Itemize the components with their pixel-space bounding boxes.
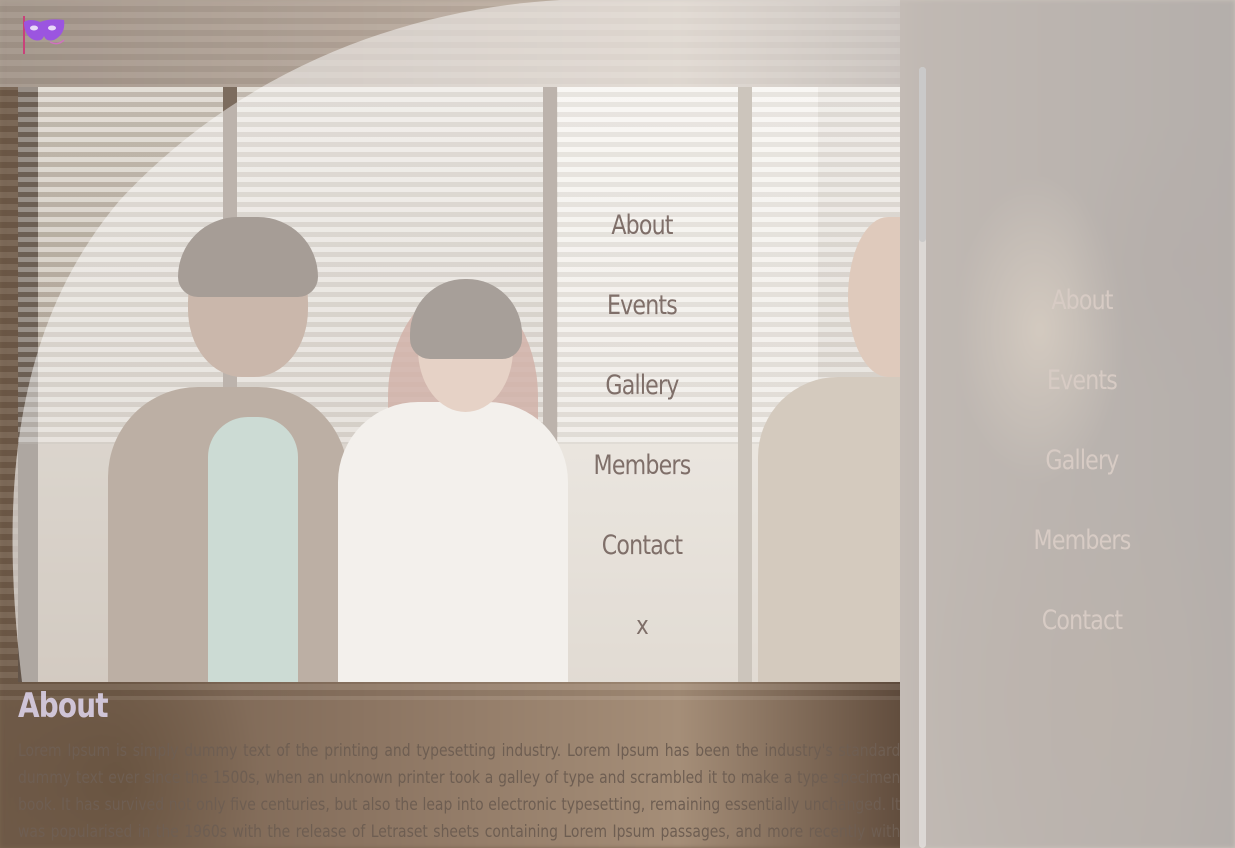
scrollbar-thumb[interactable]: [919, 67, 926, 242]
main-menu: About Events Gallery Members Contact x: [560, 186, 724, 666]
side-menu: About Events Gallery Members Contact: [1000, 261, 1164, 661]
menu-item-contact[interactable]: Contact: [602, 506, 683, 586]
menu-item-gallery[interactable]: Gallery: [605, 346, 679, 426]
menu-item-members[interactable]: Members: [594, 426, 692, 506]
side-menu-item-members[interactable]: Members: [1034, 501, 1132, 581]
logo[interactable]: [20, 12, 68, 56]
side-menu-item-events[interactable]: Events: [1047, 341, 1118, 421]
menu-item-about[interactable]: About: [611, 186, 673, 266]
side-menu-item-gallery[interactable]: Gallery: [1045, 421, 1119, 501]
menu-item-events[interactable]: Events: [607, 266, 678, 346]
side-menu-item-contact[interactable]: Contact: [1042, 581, 1123, 661]
side-menu-item-about[interactable]: About: [1051, 261, 1113, 341]
about-paragraph: Lorem Ipsum is simply dummy text of the …: [18, 741, 901, 842]
hero-photo: [18, 87, 900, 682]
close-menu-button[interactable]: x: [636, 586, 649, 666]
masquerade-mask-icon: [23, 16, 65, 54]
about-heading: About: [18, 686, 109, 726]
